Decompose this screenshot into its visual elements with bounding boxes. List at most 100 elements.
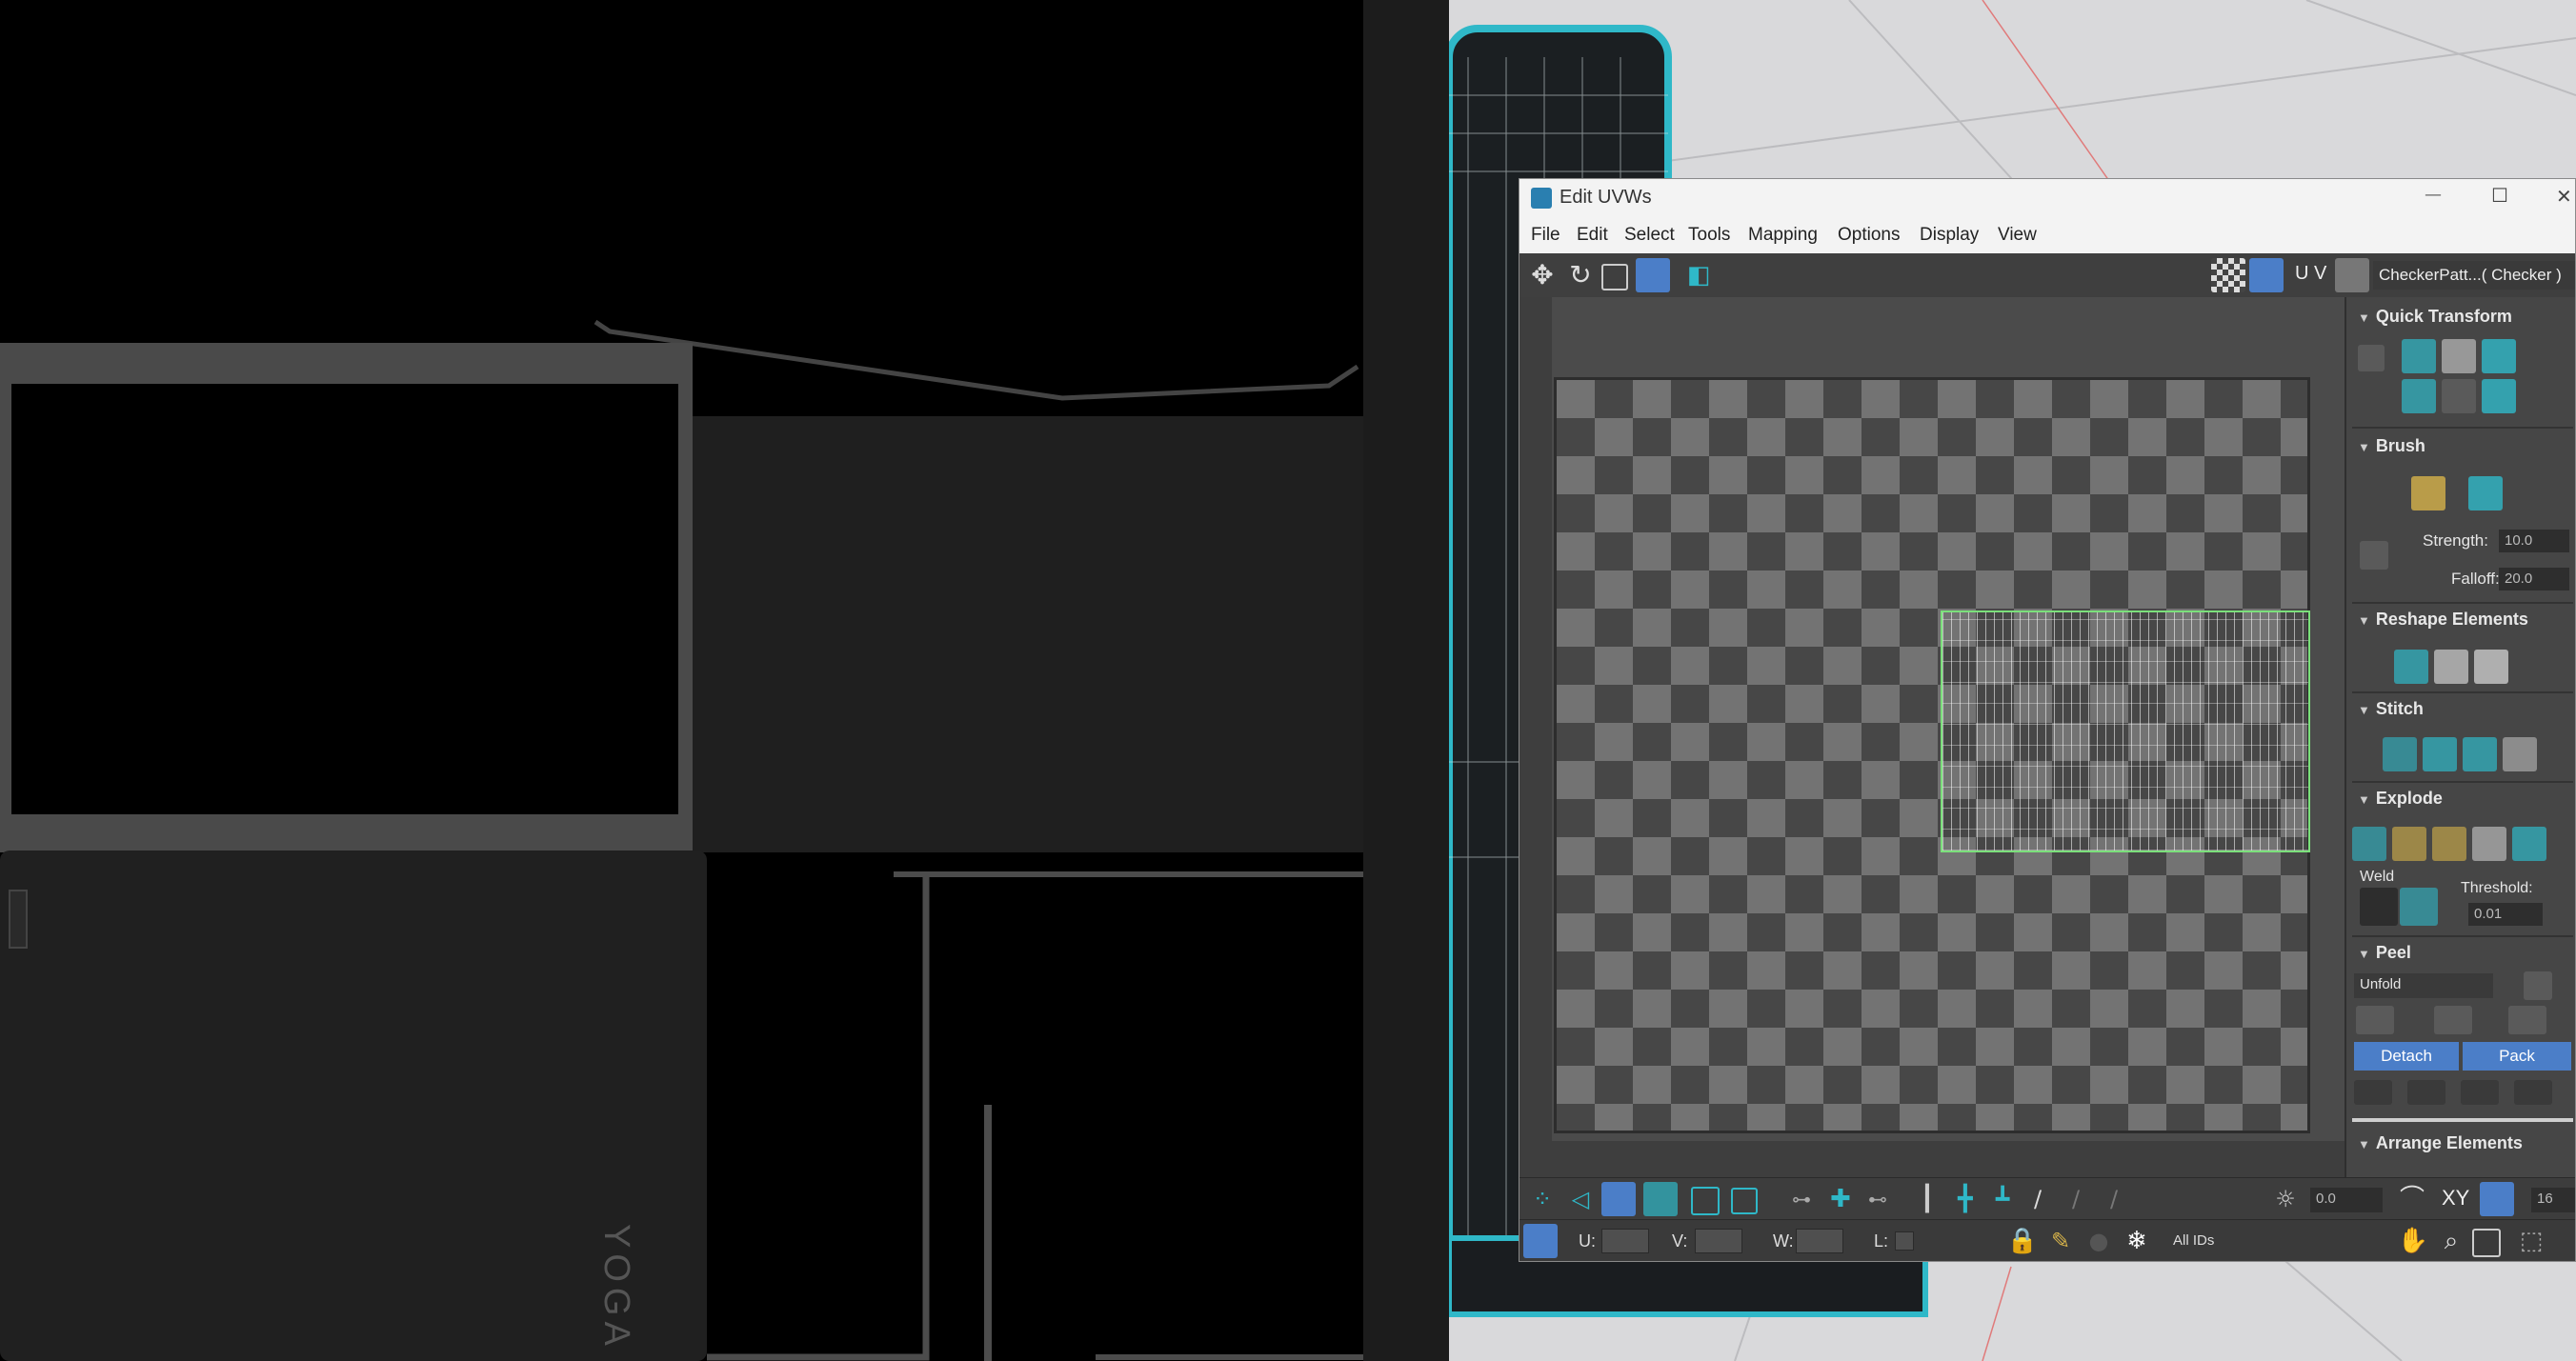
auto-pin-icon[interactable]	[2461, 1080, 2499, 1105]
pan-icon[interactable]: ✋	[2396, 1224, 2430, 1258]
stitch-custom-icon[interactable]	[2383, 737, 2417, 771]
edge-mode-icon[interactable]: ◁	[1563, 1182, 1598, 1216]
pivot-icon[interactable]	[2358, 345, 2385, 371]
uv-vertical-scrollbar[interactable]	[1519, 297, 1552, 1154]
close-button[interactable]: ✕	[2556, 185, 2572, 208]
space-horizontal-icon[interactable]	[2442, 379, 2476, 413]
select-pins-icon[interactable]	[2514, 1080, 2552, 1105]
xy-label[interactable]: XY	[2442, 1186, 2469, 1211]
scale-icon[interactable]	[1601, 264, 1628, 290]
align-icon[interactable]: ┻	[1996, 1182, 2030, 1216]
texture-settings-icon[interactable]	[2335, 258, 2369, 292]
brush-select-icon[interactable]: ∕	[2034, 1182, 2068, 1216]
rotate-icon[interactable]: ↻	[1563, 258, 1598, 292]
menu-select[interactable]: Select	[1624, 225, 1675, 246]
menu-view[interactable]: View	[1998, 225, 2037, 246]
align-horizontal-icon[interactable]	[2402, 339, 2436, 373]
detach-button[interactable]: Detach	[2354, 1042, 2459, 1071]
ids-dropdown[interactable]: All IDs	[2167, 1230, 2367, 1254]
brush-soft-icon[interactable]: ∕	[2110, 1182, 2144, 1216]
brush-off-icon[interactable]: ∕	[2072, 1182, 2106, 1216]
eye-brush-icon[interactable]: ✎	[2043, 1224, 2078, 1258]
rotate-cw-icon[interactable]	[2482, 379, 2516, 413]
freeform-icon[interactable]	[1636, 258, 1670, 292]
element-mode-icon[interactable]	[1643, 1182, 1678, 1216]
uv-label[interactable]: U V	[2295, 263, 2326, 285]
explode-material-icon[interactable]	[2472, 827, 2506, 861]
explode-smoothing-icon[interactable]	[2432, 827, 2466, 861]
u-field[interactable]	[1601, 1229, 1649, 1253]
grid-snap-icon[interactable]	[2480, 1182, 2514, 1216]
peel-reset-icon[interactable]	[2508, 1006, 2546, 1034]
detach-edge-icon[interactable]	[2392, 827, 2426, 861]
relax-icon[interactable]	[2434, 650, 2468, 684]
align-vertical-icon[interactable]	[2442, 339, 2476, 373]
paint-select-icon[interactable]	[1731, 1188, 1758, 1214]
uv-horizontal-scrollbar[interactable]	[1519, 1141, 2345, 1177]
soft-selection-icon[interactable]: ☼	[2268, 1182, 2303, 1216]
peel-mode-dropdown[interactable]: Unfold	[2354, 973, 2493, 998]
edit-uvws-window[interactable]: Edit UVWs — ☐ ✕ File Edit Select Tools M…	[1519, 178, 2576, 1262]
zoom-region-icon[interactable]	[2472, 1229, 2501, 1257]
menu-file[interactable]: File	[1531, 225, 1560, 246]
relax-brush-icon[interactable]	[2468, 476, 2503, 510]
straighten-icon[interactable]	[2394, 650, 2428, 684]
vertex-mode-icon[interactable]: ⁘	[1525, 1182, 1560, 1216]
uv-editor-canvas[interactable]	[1519, 297, 2345, 1177]
peel-settings-icon[interactable]	[2524, 971, 2552, 1000]
brush-line-icon[interactable]	[2360, 541, 2388, 570]
uv-island-selection[interactable]	[1941, 610, 2310, 852]
rotate-ccw-icon[interactable]	[2482, 339, 2516, 373]
lock-icon[interactable]: 🔒	[2005, 1224, 2040, 1258]
freeze-icon[interactable]: ❄	[2120, 1224, 2154, 1258]
minimize-button[interactable]: —	[2425, 185, 2442, 205]
break-icon[interactable]	[2352, 827, 2386, 861]
stitch-source-icon[interactable]	[2423, 737, 2457, 771]
checker-toggle-icon[interactable]	[2211, 258, 2245, 292]
texture-dropdown[interactable]: CheckerPatt...( Checker )	[2373, 261, 2575, 290]
pin-icon[interactable]	[2354, 1080, 2392, 1105]
peel-quick-icon[interactable]	[2356, 1006, 2394, 1034]
edge-loop-icon[interactable]: ┃	[1920, 1182, 1954, 1216]
angle-field[interactable]: 0.0	[2310, 1188, 2383, 1212]
threshold-field[interactable]: 0.01	[2468, 903, 2543, 926]
w-field[interactable]	[1796, 1229, 1843, 1253]
maximize-button[interactable]: ☐	[2491, 184, 2508, 207]
weld-target-icon[interactable]	[2400, 888, 2438, 926]
paint-brush-icon[interactable]	[2411, 476, 2445, 510]
strength-field[interactable]: 10.0	[2499, 530, 2569, 552]
polygon-mode-icon[interactable]	[1601, 1182, 1636, 1216]
flatten-icon[interactable]	[2474, 650, 2508, 684]
loop-select-icon[interactable]: ⊶	[1792, 1182, 1826, 1216]
menu-tools[interactable]: Tools	[1688, 225, 1730, 246]
show-icon[interactable]: ●	[2082, 1224, 2116, 1258]
reshape-elements-header[interactable]: ▼ Reshape Elements	[2358, 610, 2528, 630]
stitch-header[interactable]: ▼ Stitch	[2358, 699, 2424, 719]
explode-header[interactable]: ▼ Explode	[2358, 789, 2443, 809]
stitch-target-icon[interactable]	[2503, 737, 2537, 771]
explode-element-icon[interactable]	[2512, 827, 2546, 861]
menu-display[interactable]: Display	[1920, 225, 1979, 246]
brush-header[interactable]: ▼ Brush	[2358, 436, 2425, 456]
menu-options[interactable]: Options	[1838, 225, 1900, 246]
weld-selected-icon[interactable]	[2360, 888, 2398, 926]
ring-select-icon[interactable]: ⊷	[1868, 1182, 1902, 1216]
unpin-icon[interactable]	[2407, 1080, 2445, 1105]
mirror-icon[interactable]: ◧	[1681, 258, 1716, 292]
rect-select-icon[interactable]	[1691, 1187, 1720, 1215]
quick-transform-header[interactable]: ▼ Quick Transform	[2358, 307, 2512, 327]
peel-live-icon[interactable]	[2434, 1006, 2472, 1034]
snap-icon[interactable]: ╋	[1958, 1182, 1992, 1216]
checker-active-icon[interactable]	[2249, 258, 2284, 292]
stitch-average-icon[interactable]	[2463, 737, 2497, 771]
menu-edit[interactable]: Edit	[1577, 225, 1608, 246]
menu-mapping[interactable]: Mapping	[1748, 225, 1818, 246]
move-icon[interactable]: ✥	[1525, 258, 1560, 292]
v-field[interactable]	[1695, 1229, 1742, 1253]
pack-button[interactable]: Pack	[2463, 1042, 2571, 1071]
peel-header[interactable]: ▼ Peel	[2358, 943, 2411, 963]
zoom-icon[interactable]: ⌕	[2434, 1224, 2468, 1258]
falloff-field[interactable]: 20.0	[2499, 568, 2569, 590]
zoom-extents-icon[interactable]: ⬚	[2514, 1224, 2548, 1258]
absolute-mode-icon[interactable]	[1523, 1224, 1558, 1258]
